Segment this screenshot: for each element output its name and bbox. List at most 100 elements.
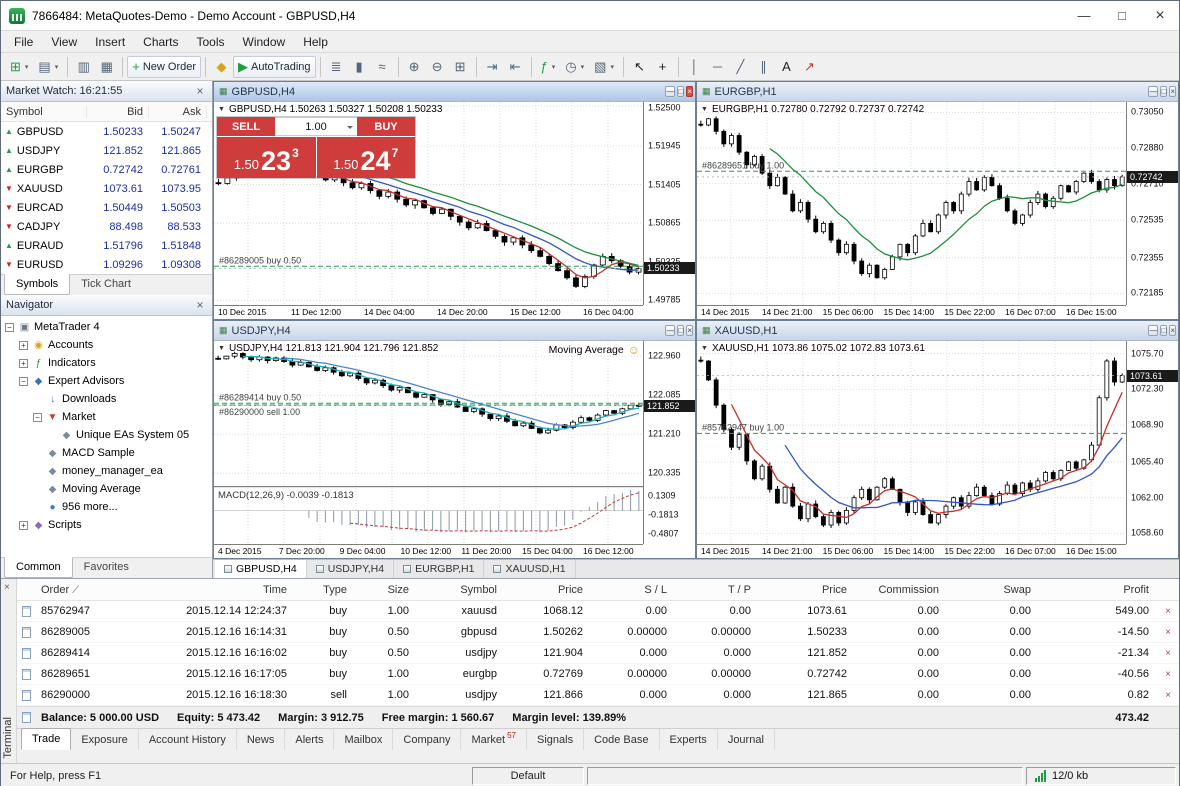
navigator-item-expert-advisors[interactable]: − ◆ Expert Advisors: [1, 372, 212, 390]
chart-price-scale[interactable]: 1075.70 1072.30 1068.90 1065.40 1062.00 1058.…: [1126, 341, 1178, 544]
market-watch-row-euraud[interactable]: ▲ EURAUD 1.51796 1.51848: [1, 236, 212, 255]
tree-expander-plus-icon[interactable]: +: [19, 520, 28, 530]
terminal-column-price2[interactable]: Price: [759, 584, 855, 596]
terminal-tab-news[interactable]: News: [237, 729, 286, 750]
menu-tools[interactable]: Tools: [188, 32, 234, 52]
chart-close-button[interactable]: ×: [686, 325, 693, 336]
window-close-button[interactable]: ×: [1141, 1, 1179, 30]
metaeditor-button[interactable]: ◆: [210, 56, 233, 78]
terminal-column-commission[interactable]: Commission: [855, 584, 947, 596]
terminal-order-row-86289651[interactable]: 86289651 2015.12.16 16:17:05 buy 1.00 eurgbp…: [17, 664, 1179, 685]
terminal-order-row-86290000[interactable]: 86290000 2015.12.16 16:18:30 sell 1.00 usdjp…: [17, 685, 1179, 706]
chart-restore-button[interactable]: □: [677, 325, 685, 336]
data-window-toggle[interactable]: ▦: [95, 56, 118, 78]
periods-button[interactable]: ◷ ▾: [560, 56, 589, 78]
terminal-column-type[interactable]: Type: [295, 584, 355, 596]
terminal-column-price[interactable]: Price: [505, 584, 591, 596]
tree-expander-minus-icon[interactable]: −: [5, 322, 14, 332]
chart-price-scale[interactable]: 1.52500 1.51945 1.51405 1.50865 1.50325 1.497…: [643, 102, 695, 305]
chart-candles-button[interactable]: ▮: [348, 56, 371, 78]
terminal-tab-code-base[interactable]: Code Base: [584, 729, 660, 750]
terminal-column-swap[interactable]: Swap: [947, 584, 1039, 596]
chart-shift-button[interactable]: ⇤: [504, 56, 527, 78]
chart-bars-button[interactable]: ≣: [325, 56, 348, 78]
one-click-buy-button[interactable]: BUY: [357, 117, 415, 136]
zoom-out-button[interactable]: ⊖: [426, 56, 449, 78]
navigator-item-956-more-[interactable]: ● 956 more...: [1, 498, 212, 516]
chart-minimize-button[interactable]: —: [1148, 86, 1159, 97]
vertical-line-button[interactable]: │: [683, 56, 706, 78]
terminal-tab-market[interactable]: Market 57: [461, 729, 527, 750]
auto-scroll-button[interactable]: ⇥: [481, 56, 504, 78]
terminal-tab-trade[interactable]: Trade: [21, 728, 72, 750]
close-position-icon[interactable]: ×: [1157, 627, 1179, 638]
terminal-column-time[interactable]: Time: [125, 584, 295, 596]
navigator-item-accounts[interactable]: + ◉ Accounts: [1, 336, 212, 354]
tree-expander-minus-icon[interactable]: −: [33, 412, 42, 422]
menu-insert[interactable]: Insert: [86, 32, 134, 52]
text-button[interactable]: A: [775, 56, 798, 78]
chart-tab-usdjpy-h4[interactable]: USDJPY,H4: [307, 560, 395, 578]
chart-restore-button[interactable]: □: [677, 86, 685, 97]
close-position-icon[interactable]: ×: [1157, 690, 1179, 701]
chart-minimize-button[interactable]: —: [665, 86, 676, 97]
status-profile-selector[interactable]: Default: [472, 766, 584, 785]
terminal-column-sl[interactable]: S / L: [591, 584, 675, 596]
chart-tab-gbpusd-h4[interactable]: GBPUSD,H4: [215, 560, 307, 578]
chart-restore-button[interactable]: □: [1160, 86, 1168, 97]
trendline-button[interactable]: ╱: [729, 56, 752, 78]
terminal-column-tp[interactable]: T / P: [675, 584, 759, 596]
chart-titlebar-xauusd-h1[interactable]: ▦ XAUUSD,H1 — □ ×: [697, 321, 1178, 341]
chart-line-button[interactable]: ≈: [371, 56, 394, 78]
chart-restore-button[interactable]: □: [1160, 325, 1168, 336]
chart-titlebar-usdjpy-h4[interactable]: ▦ USDJPY,H4 — □ ×: [214, 321, 695, 341]
terminal-column-symbol[interactable]: Symbol: [417, 584, 505, 596]
terminal-column-size[interactable]: Size: [355, 584, 417, 596]
one-click-volume-input[interactable]: 1.00: [275, 117, 357, 136]
terminal-tab-mailbox[interactable]: Mailbox: [334, 729, 394, 750]
chart-plot-usdjpy-h4[interactable]: #86289414 buy 0.50 #86290000 sell 1.00 MAC…: [214, 341, 643, 544]
horizontal-line-button[interactable]: ─: [706, 56, 729, 78]
chart-tab-xauusd-h1[interactable]: XAUUSD,H1: [484, 560, 576, 578]
chart-tab-eurgbp-h1[interactable]: EURGBP,H1: [394, 560, 485, 578]
market-watch-row-usdjpy[interactable]: ▲ USDJPY 121.852 121.865: [1, 141, 212, 160]
market-watch-row-gbpusd[interactable]: ▲ GBPUSD 1.50233 1.50247: [1, 122, 212, 141]
market-watch-row-eurusd[interactable]: ▼ EURUSD 1.09296 1.09308: [1, 255, 212, 274]
market-watch-row-cadjpy[interactable]: ▼ CADJPY 88.498 88.533: [1, 217, 212, 236]
navigator-item-moving-average[interactable]: ◆ Moving Average: [1, 480, 212, 498]
chart-titlebar-gbpusd-h4[interactable]: ▦ GBPUSD,H4 — □ ×: [214, 82, 695, 102]
terminal-tab-journal[interactable]: Journal: [718, 729, 775, 750]
close-position-icon[interactable]: ×: [1157, 606, 1179, 617]
terminal-tab-account-history[interactable]: Account History: [139, 729, 237, 750]
navigator-item-unique-eas-system-05[interactable]: ◆ Unique EAs System 05: [1, 426, 212, 444]
navigator-tab-favorites[interactable]: Favorites: [73, 558, 140, 578]
cursor-button[interactable]: ↖: [628, 56, 651, 78]
terminal-order-row-86289005[interactable]: 86289005 2015.12.16 16:14:31 buy 0.50 gbpusd…: [17, 622, 1179, 643]
profiles-button[interactable]: ▤ ▾: [33, 56, 63, 78]
channel-button[interactable]: ∥: [752, 56, 775, 78]
autotrading-button[interactable]: ▶ AutoTrading: [233, 55, 316, 78]
market-watch-tab-tick-chart[interactable]: Tick Chart: [70, 275, 142, 295]
chart-titlebar-eurgbp-h1[interactable]: ▦ EURGBP,H1 — □ ×: [697, 82, 1178, 102]
terminal-order-row-86289414[interactable]: 86289414 2015.12.16 16:16:02 buy 0.50 usdjpy…: [17, 643, 1179, 664]
chart-price-scale[interactable]: 0.73050 0.72880 0.72710 0.72535 0.72355 0.721…: [1126, 102, 1178, 305]
terminal-tab-alerts[interactable]: Alerts: [285, 729, 335, 750]
tree-expander-minus-icon[interactable]: −: [19, 376, 28, 386]
chart-plot-eurgbp-h1[interactable]: #86289651 buy 1.00 ▼ EURGBP,H1 0.72780 0.7…: [697, 102, 1126, 305]
terminal-tab-exposure[interactable]: Exposure: [71, 729, 139, 750]
menu-help[interactable]: Help: [294, 32, 337, 52]
new-order-button[interactable]: + New Order: [127, 55, 202, 78]
menu-file[interactable]: File: [5, 32, 42, 52]
close-position-icon[interactable]: ×: [1157, 669, 1179, 680]
indicators-button[interactable]: ƒ ▾: [536, 56, 561, 78]
menu-window[interactable]: Window: [234, 32, 295, 52]
chart-minimize-button[interactable]: —: [665, 325, 676, 336]
arrow-objects-button[interactable]: ↗: [798, 56, 821, 78]
tree-expander-plus-icon[interactable]: +: [19, 340, 28, 350]
close-position-icon[interactable]: ×: [1157, 648, 1179, 659]
menu-charts[interactable]: Charts: [134, 32, 187, 52]
market-watch-toggle[interactable]: ▥: [72, 56, 95, 78]
market-watch-row-eurcad[interactable]: ▼ EURCAD 1.50449 1.50503: [1, 198, 212, 217]
window-minimize-button[interactable]: —: [1065, 1, 1103, 30]
terminal-column-profit[interactable]: Profit: [1039, 584, 1157, 596]
